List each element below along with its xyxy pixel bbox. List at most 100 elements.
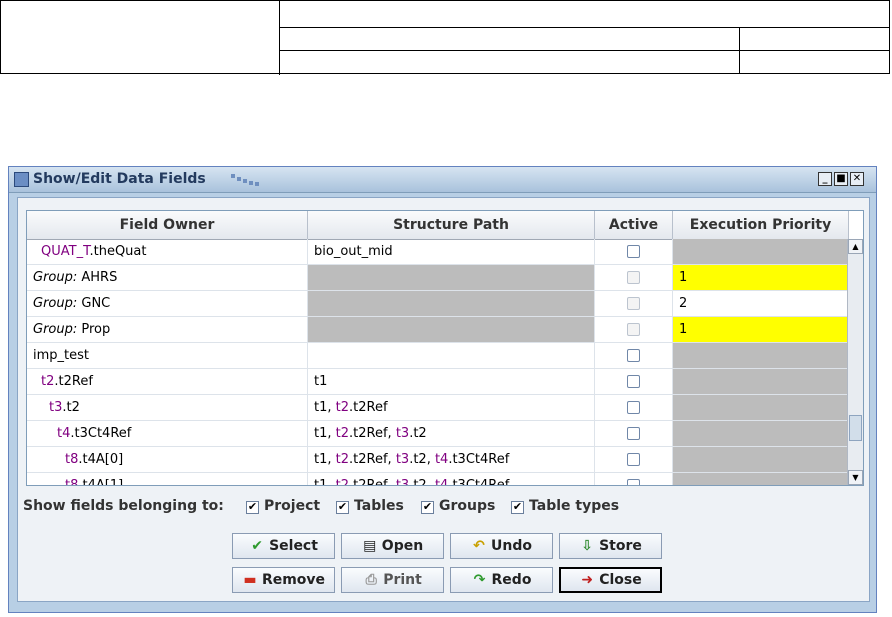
- table-row[interactable]: Group: AHRS 1: [27, 265, 849, 291]
- redo-button[interactable]: ↷ Redo: [450, 567, 553, 593]
- column-header-field-owner[interactable]: Field Owner: [27, 211, 308, 239]
- path-segment: .t2,: [409, 452, 435, 467]
- owner-name: Prop: [77, 322, 111, 337]
- path-segment: .t2Ref,: [349, 426, 396, 441]
- table-row[interactable]: t8.t4A[0] t1, t2.t2Ref, t3.t2, t4.t3Ct4R…: [27, 447, 849, 473]
- execution-priority-cell: [673, 369, 849, 395]
- store-button[interactable]: ⇩ Store: [559, 533, 662, 559]
- table-row[interactable]: t3.t2 t1, t2.t2Ref: [27, 395, 849, 421]
- project-checkbox[interactable]: ✔: [246, 501, 259, 514]
- scroll-down-icon[interactable]: ▼: [848, 470, 863, 485]
- field-owner-cell[interactable]: t8.t4A[0]: [27, 447, 308, 473]
- structure-path-cell[interactable]: bio_out_mid: [308, 239, 595, 265]
- scroll-up-icon[interactable]: ▲: [848, 239, 863, 254]
- owner-reference: t8: [65, 452, 79, 467]
- active-checkbox[interactable]: [627, 479, 640, 485]
- window-icon: [14, 172, 29, 187]
- owner-name: AHRS: [77, 270, 118, 285]
- path-segment: .t2,: [409, 478, 435, 486]
- active-cell: [595, 239, 673, 265]
- undo-button[interactable]: ↶ Undo: [450, 533, 553, 559]
- active-checkbox[interactable]: [627, 427, 640, 440]
- table-row[interactable]: t8.t4A[1] t1, t2.t2Ref, t3.t2, t4.t3Ct4R…: [27, 473, 849, 486]
- minimize-icon[interactable]: _: [818, 172, 832, 186]
- data-fields-window: Show/Edit Data Fields _ ■ ✕ Field Owner …: [8, 166, 877, 613]
- path-reference: t3: [395, 478, 410, 486]
- field-owner-cell[interactable]: t8.t4A[1]: [27, 473, 308, 486]
- active-checkbox[interactable]: [627, 401, 640, 414]
- field-owner-cell[interactable]: QUAT_T.theQuat: [27, 239, 308, 265]
- table-row[interactable]: imp_test: [27, 343, 849, 369]
- active-checkbox[interactable]: [627, 375, 640, 388]
- table-row[interactable]: t2.t2Ref t1: [27, 369, 849, 395]
- print-button[interactable]: ⎙ Print: [341, 567, 444, 593]
- close-window-icon[interactable]: ✕: [850, 172, 864, 186]
- title-bar[interactable]: Show/Edit Data Fields _ ■ ✕: [9, 167, 876, 193]
- owner-name: .t2: [62, 400, 80, 415]
- groups-label[interactable]: Groups: [439, 498, 495, 514]
- structure-path-cell[interactable]: [308, 343, 595, 369]
- column-header-execution-priority[interactable]: Execution Priority: [673, 211, 849, 239]
- window-title: Show/Edit Data Fields: [33, 171, 206, 187]
- column-header-active[interactable]: Active: [595, 211, 673, 239]
- table-types-label[interactable]: Table types: [529, 498, 619, 514]
- select-button[interactable]: ✔ Select: [232, 533, 335, 559]
- structure-path-cell[interactable]: t1, t2.t2Ref, t3.t2, t4.t3Ct4Ref: [308, 473, 595, 486]
- structure-path-cell[interactable]: t1, t2.t2Ref, t3.t2, t4.t3Ct4Ref: [308, 447, 595, 473]
- table-row[interactable]: t4.t3Ct4Ref t1, t2.t2Ref, t3.t2: [27, 421, 849, 447]
- field-owner-cell[interactable]: t3.t2: [27, 395, 308, 421]
- open-button[interactable]: ▤ Open: [341, 533, 444, 559]
- path-reference: t3: [395, 426, 410, 441]
- execution-priority-cell: [673, 343, 849, 369]
- execution-priority-cell[interactable]: 2: [673, 291, 849, 317]
- field-owner-cell[interactable]: t4.t3Ct4Ref: [27, 421, 308, 447]
- printer-icon: ⎙: [365, 572, 377, 588]
- minus-icon: ▬: [243, 572, 257, 588]
- structure-path-cell: [308, 265, 595, 291]
- maximize-icon[interactable]: ■: [834, 172, 848, 186]
- table-row[interactable]: Group: Prop 1: [27, 317, 849, 343]
- structure-path-cell[interactable]: t1: [308, 369, 595, 395]
- table-row[interactable]: Group: GNC 2: [27, 291, 849, 317]
- table-divider: [279, 50, 889, 51]
- tables-checkbox[interactable]: ✔: [336, 501, 349, 514]
- field-owner-cell[interactable]: Group: Prop: [27, 317, 308, 343]
- path-segment: .t2Ref,: [349, 478, 396, 486]
- field-owner-cell[interactable]: Group: AHRS: [27, 265, 308, 291]
- groups-checkbox[interactable]: ✔: [421, 501, 434, 514]
- column-header-structure-path[interactable]: Structure Path: [308, 211, 595, 239]
- close-button[interactable]: ➜ Close: [559, 567, 662, 593]
- field-owner-cell[interactable]: imp_test: [27, 343, 308, 369]
- data-fields-table: Field Owner Structure Path Active Execut…: [26, 210, 864, 486]
- active-cell: [595, 447, 673, 473]
- execution-priority-cell: [673, 239, 849, 265]
- path-segment: t1,: [314, 400, 336, 415]
- owner-reference: t8: [65, 478, 79, 486]
- remove-button[interactable]: ▬ Remove: [232, 567, 335, 593]
- vertical-scrollbar[interactable]: ▲ ▼: [847, 239, 863, 485]
- project-label[interactable]: Project: [264, 498, 320, 514]
- active-checkbox[interactable]: [627, 349, 640, 362]
- field-owner-cell[interactable]: Group: GNC: [27, 291, 308, 317]
- active-checkbox[interactable]: [627, 245, 640, 258]
- path-reference: t2: [335, 426, 350, 441]
- tables-label[interactable]: Tables: [354, 498, 404, 514]
- structure-path-cell[interactable]: t1, t2.t2Ref: [308, 395, 595, 421]
- field-owner-cell[interactable]: t2.t2Ref: [27, 369, 308, 395]
- table-row[interactable]: QUAT_T.theQuat bio_out_mid: [27, 239, 849, 265]
- active-checkbox[interactable]: [627, 453, 640, 466]
- download-icon: ⇩: [581, 538, 593, 554]
- path-segment: .t3Ct4Ref: [448, 452, 510, 467]
- path-reference: t2: [335, 452, 350, 467]
- path-segment: .t2Ref,: [349, 452, 396, 467]
- execution-priority-cell[interactable]: 1: [673, 317, 849, 343]
- scrollbar-thumb[interactable]: [849, 415, 862, 441]
- structure-path-cell[interactable]: t1, t2.t2Ref, t3.t2: [308, 421, 595, 447]
- undo-arrow-icon: ↶: [473, 538, 485, 554]
- top-blank-table: [0, 0, 890, 75]
- table-types-checkbox[interactable]: ✔: [511, 501, 524, 514]
- exit-icon: ➜: [581, 572, 594, 588]
- path-segment: t1,: [314, 426, 336, 441]
- execution-priority-cell[interactable]: 1: [673, 265, 849, 291]
- path-reference: t4: [434, 478, 449, 486]
